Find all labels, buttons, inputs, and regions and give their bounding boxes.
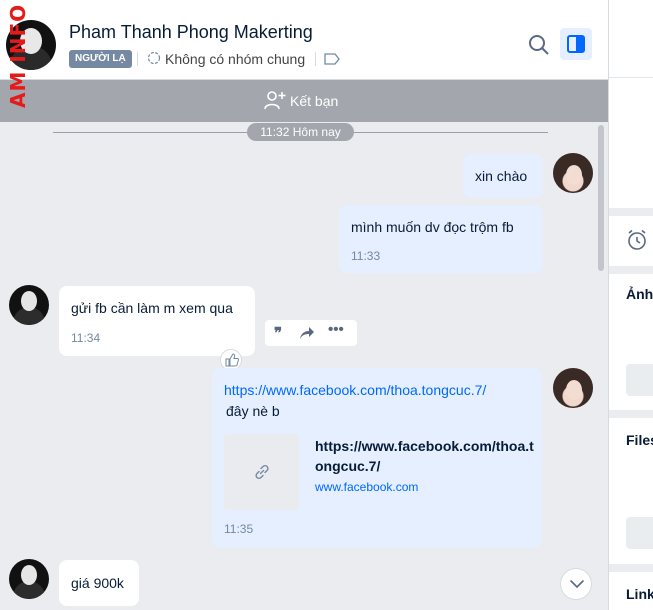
alarm-icon[interactable] (626, 229, 648, 251)
message-list[interactable]: 11:32 Hôm nay xin chào mình muốn dv đọc … (0, 122, 608, 610)
files-section-label[interactable]: Files (626, 432, 653, 448)
date-divider: 11:32 Hôm nay (247, 123, 354, 141)
sidebar-toggle-button[interactable] (560, 28, 592, 60)
message-bubble[interactable]: giá 900k (59, 560, 139, 606)
add-friend-icon (264, 91, 286, 110)
scroll-to-bottom-button[interactable] (560, 568, 592, 600)
panel-divider (609, 77, 653, 78)
message-time: 11:35 (224, 522, 254, 536)
common-groups-text[interactable]: Không có nhóm chung (165, 51, 305, 67)
divider (137, 52, 138, 66)
panel-section-divider (609, 266, 653, 274)
message-time: 11:33 (351, 249, 381, 263)
chevron-down-icon (570, 580, 584, 589)
message-bubble[interactable]: xin chào (463, 154, 543, 198)
contact-avatar[interactable] (9, 559, 49, 599)
panel-section-divider (609, 208, 653, 216)
panel-section-divider (609, 410, 653, 418)
divider (315, 52, 316, 66)
message-actions: ❞ ••• (265, 320, 357, 346)
add-friend-label: Kết bạn (290, 93, 339, 109)
message-bubble[interactable]: gửi fb cần làm m xem qua 11:34 (59, 286, 255, 356)
chat-scrollbar[interactable] (597, 122, 605, 610)
group-icon (147, 51, 161, 65)
conversation-info-panel: Ảnh/ Files Link (608, 0, 653, 610)
message-text: gửi fb cần làm m xem qua (71, 300, 233, 316)
stranger-badge: NGƯỜI LẠ (69, 50, 132, 68)
contact-avatar[interactable] (9, 285, 49, 325)
sidebar-toggle-icon (567, 35, 585, 53)
like-icon (225, 353, 239, 367)
share-icon[interactable] (299, 326, 315, 340)
message-text: mình muốn dv đọc trộm fb (351, 219, 514, 235)
images-section-label[interactable]: Ảnh/ (626, 286, 653, 302)
message-text: xin chào (475, 168, 528, 184)
search-icon[interactable] (526, 32, 552, 58)
link-preview-title[interactable]: https://www.facebook.com/thoa.tongcuc.7/ (315, 436, 535, 476)
watermark: AM INFO (6, 3, 30, 109)
link-preview-thumbnail (224, 434, 299, 510)
message-link[interactable]: https://www.facebook.com/thoa.tongcuc.7/ (224, 382, 486, 398)
quote-icon[interactable]: ❞ (274, 324, 282, 342)
tag-icon[interactable] (324, 53, 340, 65)
message-text: đây nè b (226, 403, 280, 419)
message-bubble[interactable]: mình muốn dv đọc trộm fb 11:33 (339, 205, 543, 273)
contact-name[interactable]: Pham Thanh Phong Makerting (69, 22, 313, 43)
links-section-label[interactable]: Link (626, 586, 653, 602)
my-avatar[interactable] (553, 153, 593, 193)
files-view-all-button[interactable] (626, 517, 653, 549)
link-preview-domain[interactable]: www.facebook.com (315, 480, 418, 494)
my-avatar[interactable] (553, 368, 593, 408)
panel-section-divider (609, 564, 653, 572)
message-time: 11:34 (71, 331, 101, 345)
images-view-all-button[interactable] (626, 364, 653, 396)
chat-header: Pham Thanh Phong Makerting NGƯỜI LẠ Khôn… (0, 0, 608, 80)
link-icon (255, 464, 269, 480)
link-preview-card[interactable]: https://www.facebook.com/thoa.tongcuc.7/… (224, 434, 534, 510)
add-friend-bar[interactable]: Kết bạn (0, 80, 608, 122)
message-text: giá 900k (71, 575, 124, 591)
more-icon[interactable]: ••• (328, 321, 344, 338)
link-message-bubble[interactable]: https://www.facebook.com/thoa.tongcuc.7/… (212, 368, 542, 548)
